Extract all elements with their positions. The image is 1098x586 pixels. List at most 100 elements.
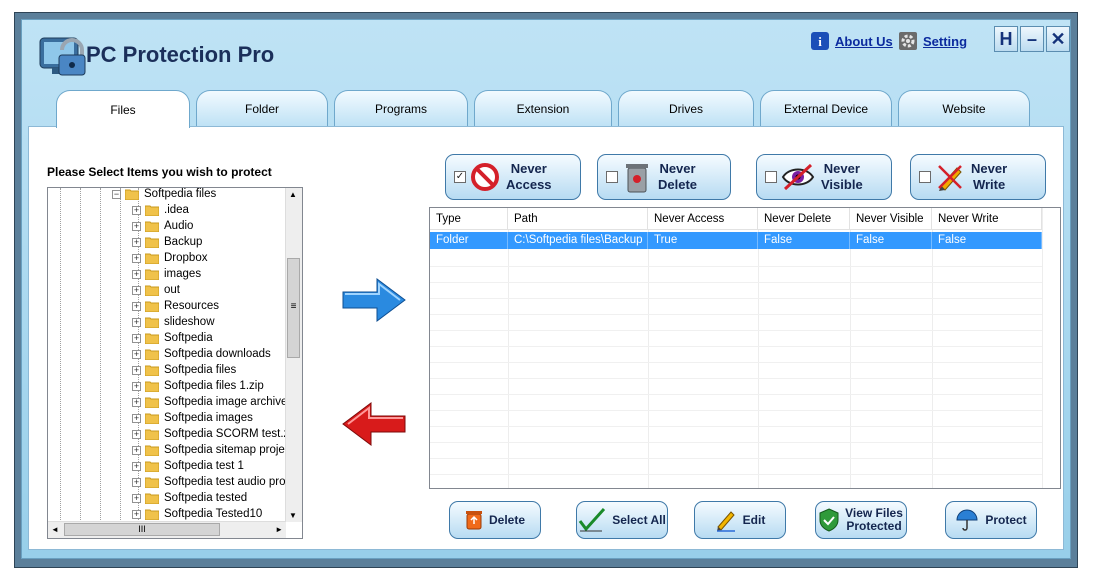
setting-link[interactable]: Setting: [898, 31, 967, 51]
tree-item[interactable]: + images: [132, 266, 201, 282]
column-header-never-write[interactable]: Never Write: [932, 208, 1042, 230]
tree-horizontal-scrollbar[interactable]: ◄ III ►: [48, 521, 286, 538]
scroll-down-icon[interactable]: ▼: [289, 511, 297, 520]
tree-item[interactable]: + Softpedia test 1: [132, 458, 244, 474]
tab-programs[interactable]: Programs: [334, 90, 468, 126]
never-visible-option[interactable]: Never Visible: [756, 154, 892, 200]
collapse-icon[interactable]: −: [112, 189, 121, 199]
never-access-option[interactable]: ✓ Never Access: [445, 154, 581, 200]
tree-item[interactable]: + Softpedia sitemap projec: [132, 442, 291, 458]
protection-grid[interactable]: Type Path Never Access Never Delete Neve…: [429, 207, 1061, 489]
tree-item[interactable]: + Softpedia tested: [132, 490, 247, 506]
tree-item-label: images: [164, 268, 202, 280]
tree-item[interactable]: + Audio: [132, 218, 193, 234]
select-all-label: Select All: [612, 512, 666, 527]
edit-button[interactable]: Edit: [694, 501, 786, 539]
h-scroll-thumb[interactable]: III: [64, 523, 220, 536]
expand-icon[interactable]: +: [132, 237, 141, 247]
expand-icon[interactable]: +: [132, 429, 141, 439]
tab-external-device[interactable]: External Device: [760, 90, 892, 126]
about-us-link[interactable]: i About Us: [810, 31, 893, 51]
tree-item[interactable]: + Softpedia test audio proj: [132, 474, 288, 490]
expand-icon[interactable]: +: [132, 461, 141, 471]
tree-item[interactable]: + Softpedia images: [132, 410, 253, 426]
file-tree[interactable]: − Softpedia files + .idea + Audio + Backup + Dr…: [47, 187, 303, 539]
folder-icon: [145, 237, 159, 248]
tree-item[interactable]: + .idea: [132, 202, 189, 218]
column-header-never-delete[interactable]: Never Delete: [758, 208, 850, 230]
tree-item[interactable]: + Resources: [132, 298, 219, 314]
scroll-thumb[interactable]: ≡: [287, 258, 300, 358]
help-button[interactable]: H: [994, 26, 1018, 52]
never-visible-checkbox[interactable]: [765, 171, 777, 183]
expand-icon[interactable]: +: [132, 317, 141, 327]
remove-arrow-button[interactable]: [341, 401, 407, 447]
never-delete-option[interactable]: Never Delete: [597, 154, 731, 200]
tree-item-label: Softpedia files: [144, 188, 217, 200]
tree-item[interactable]: + Softpedia: [132, 330, 213, 346]
expand-icon[interactable]: +: [132, 445, 141, 455]
expand-icon[interactable]: +: [132, 285, 141, 295]
column-header-never-access[interactable]: Never Access: [648, 208, 758, 230]
expand-icon[interactable]: +: [132, 205, 141, 215]
close-button[interactable]: ✕: [1046, 26, 1070, 52]
app-window: PC Protection Pro i About Us Setting H –…: [14, 12, 1078, 568]
tree-item[interactable]: + out: [132, 282, 180, 298]
expand-icon[interactable]: +: [132, 397, 141, 407]
expand-icon[interactable]: +: [132, 413, 141, 423]
tab-extension[interactable]: Extension: [474, 90, 612, 126]
never-delete-checkbox[interactable]: [606, 171, 618, 183]
add-arrow-button[interactable]: [341, 277, 407, 323]
expand-icon[interactable]: +: [132, 509, 141, 519]
expand-icon[interactable]: +: [132, 381, 141, 391]
tree-item[interactable]: + Softpedia Tested10: [132, 506, 262, 522]
tree-item[interactable]: + slideshow: [132, 314, 215, 330]
never-write-option[interactable]: Never Write: [910, 154, 1046, 200]
tree-item-label: Dropbox: [164, 252, 208, 264]
column-header-never-visible[interactable]: Never Visible: [850, 208, 932, 230]
tree-item[interactable]: + Dropbox: [132, 250, 207, 266]
edit-label: Edit: [742, 512, 766, 527]
tab-folder[interactable]: Folder: [196, 90, 328, 126]
pencil-icon: [938, 165, 962, 191]
expand-icon[interactable]: +: [132, 365, 141, 375]
tab-drives[interactable]: Drives: [618, 90, 754, 126]
scroll-left-icon[interactable]: ◄: [51, 525, 59, 534]
tree-item-label: Backup: [164, 236, 203, 248]
scroll-up-icon[interactable]: ▲: [289, 190, 297, 199]
never-write-checkbox[interactable]: [919, 171, 931, 183]
protect-button[interactable]: Protect: [945, 501, 1037, 539]
expand-icon[interactable]: +: [132, 221, 141, 231]
tree-item[interactable]: + Softpedia files 1.zip: [132, 378, 264, 394]
select-all-button[interactable]: Select All: [576, 501, 668, 539]
tree-item[interactable]: + Softpedia image archive: [132, 394, 287, 410]
tree-vertical-scrollbar[interactable]: ▲ ≡ ▼: [285, 188, 302, 522]
never-access-checkbox[interactable]: ✓: [454, 171, 466, 183]
expand-icon[interactable]: +: [132, 253, 141, 263]
option-line2: Write: [972, 177, 1006, 192]
column-header-path[interactable]: Path: [508, 208, 648, 230]
expand-icon[interactable]: +: [132, 333, 141, 343]
grid-row-line: [430, 266, 1042, 267]
tab-website[interactable]: Website: [898, 90, 1030, 126]
column-header-type[interactable]: Type: [430, 208, 508, 230]
tree-heading: Please Select Items you wish to protect: [47, 165, 272, 179]
expand-icon[interactable]: +: [132, 349, 141, 359]
expand-icon[interactable]: +: [132, 493, 141, 503]
delete-button[interactable]: Delete: [449, 501, 541, 539]
tree-item[interactable]: + Backup: [132, 234, 202, 250]
tree-item[interactable]: + Softpedia SCORM test.z: [132, 426, 289, 442]
folder-icon: [145, 397, 159, 408]
tree-item[interactable]: + Softpedia files: [132, 362, 236, 378]
expand-icon[interactable]: +: [132, 269, 141, 279]
folder-icon: [145, 253, 159, 264]
tab-files[interactable]: Files: [56, 90, 190, 128]
minimize-button[interactable]: –: [1020, 26, 1044, 52]
scroll-right-icon[interactable]: ►: [275, 525, 283, 534]
expand-icon[interactable]: +: [132, 301, 141, 311]
tree-root-item[interactable]: − Softpedia files: [112, 188, 217, 202]
view-files-protected-button[interactable]: View Files Protected: [815, 501, 907, 539]
expand-icon[interactable]: +: [132, 477, 141, 487]
tree-item-label: Softpedia: [164, 332, 213, 344]
tree-item[interactable]: + Softpedia downloads: [132, 346, 271, 362]
